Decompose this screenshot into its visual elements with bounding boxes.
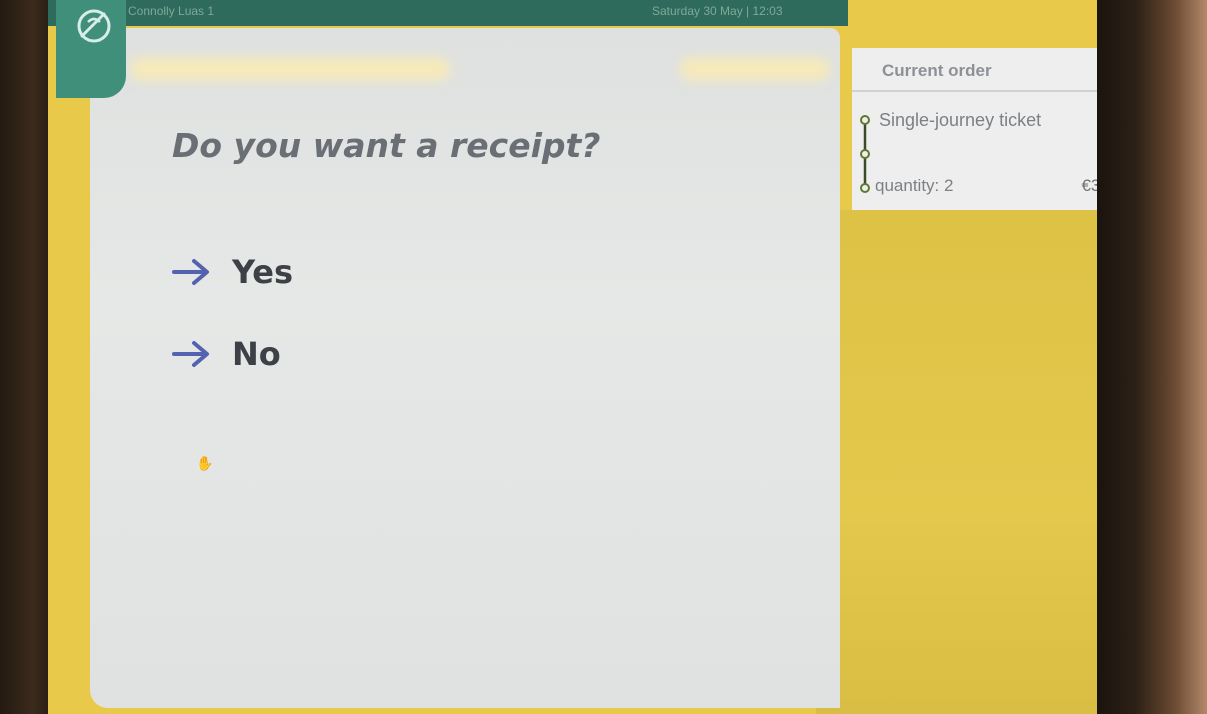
order-title: Current order <box>882 61 992 80</box>
kiosk-bezel-right <box>1097 0 1207 714</box>
date-time: Saturday 30 May | 12:03 <box>652 4 783 18</box>
arrow-right-icon <box>172 259 209 285</box>
order-quantity: quantity: 2 <box>875 176 954 195</box>
yes-button[interactable]: Yes <box>172 248 432 296</box>
order-timeline-icon <box>860 115 870 193</box>
current-order-panel: Current order Single-journey ticket quan… <box>852 48 1110 210</box>
no-label: No <box>232 335 281 373</box>
brand-logo-tab <box>56 0 126 98</box>
order-item-name: Single-journey ticket <box>879 110 1042 130</box>
page-title: Do you want a receipt? <box>172 126 601 165</box>
station-name: Connolly Luas 1 <box>128 4 215 18</box>
arrow-right-icon <box>172 341 209 367</box>
pointer-icon: ✋ <box>196 456 214 472</box>
luas-logo-icon <box>77 9 111 43</box>
sidebar-background <box>816 210 1110 714</box>
yes-label: Yes <box>232 253 293 291</box>
status-bar: Connolly Luas 1 Saturday 30 May | 12:03 <box>48 0 848 26</box>
screen-glare <box>130 58 450 80</box>
main-panel: Do you want a receipt? Yes No ✋ <box>90 28 840 708</box>
no-button[interactable]: No <box>172 330 432 378</box>
divider <box>852 90 1110 92</box>
screen-glare <box>680 58 830 80</box>
kiosk-screen: Connolly Luas 1 Saturday 30 May | 12:03 … <box>48 0 1110 714</box>
